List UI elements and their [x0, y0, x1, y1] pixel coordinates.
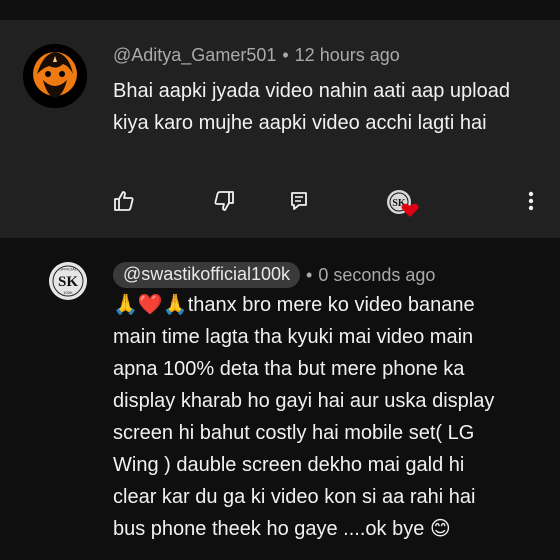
comment-time[interactable]: 12 hours ago — [295, 45, 400, 65]
like-button[interactable] — [111, 188, 137, 214]
reply-text-line: screen hi bahut costly hai mobile set( L… — [113, 422, 475, 444]
reply-text-line: display kharab ho gayi hai aur uska disp… — [113, 390, 495, 412]
creator-author-chip[interactable]: @swastikofficial100k — [113, 262, 301, 288]
reply-icon — [291, 192, 307, 210]
avatar-image — [23, 44, 87, 108]
comments-screen: @Aditya_Gamer501 • 12 hours ago Bhai aapki… — [0, 0, 560, 560]
avatar-mark-text: SK — [58, 274, 78, 290]
reply-text-line: 🙏❤️🙏thanx bro mere ko video banane — [113, 294, 475, 316]
reply-text-line: Wing ) dauble screen dekho mai gald hi — [113, 454, 465, 476]
reply-text-line: bus phone theek ho gaye ....ok bye 😊 — [113, 518, 451, 540]
comment-text: Bhai aapki jyada video nahin aati aap up… — [113, 80, 510, 134]
channel-logo-icon: OFFICIAL SK 100K — [49, 262, 87, 300]
thumb-up-icon — [114, 191, 134, 211]
meta-separator: • — [306, 264, 313, 285]
thumb-down-icon — [214, 191, 234, 211]
reply-text-line: clear kar du ga ki video kon si aa rahi … — [113, 486, 476, 508]
reply-text-line: main time lagta tha kyuki mai video main — [113, 326, 474, 348]
more-options-button[interactable] — [518, 188, 544, 214]
more-vertical-icon — [528, 191, 534, 211]
comment-meta: @swastikofficial100k • 0 seconds ago — [113, 262, 435, 288]
dislike-button[interactable] — [211, 188, 237, 214]
reply-text-line: apna 100% deta tha but mere phone ka — [113, 358, 465, 380]
comment-meta: @Aditya_Gamer501 • 12 hours ago — [113, 45, 400, 66]
creator-heart-icon: SK — [387, 190, 419, 217]
reply-button[interactable] — [286, 188, 312, 214]
avatar[interactable] — [23, 44, 87, 108]
avatar-top-text: OFFICIAL — [59, 267, 78, 272]
meta-separator: • — [282, 45, 289, 65]
comment-author[interactable]: @Aditya_Gamer501 — [113, 45, 276, 65]
creator-heart-badge[interactable]: SK — [386, 189, 420, 219]
comment-time[interactable]: 0 seconds ago — [318, 265, 435, 286]
comment-actions: SK — [0, 188, 560, 219]
avatar[interactable]: OFFICIAL SK 100K — [49, 262, 87, 300]
reply-text: 🙏❤️🙏thanx bro mere ko video banane main … — [113, 289, 543, 545]
avatar-bottom-text: 100K — [63, 290, 73, 295]
